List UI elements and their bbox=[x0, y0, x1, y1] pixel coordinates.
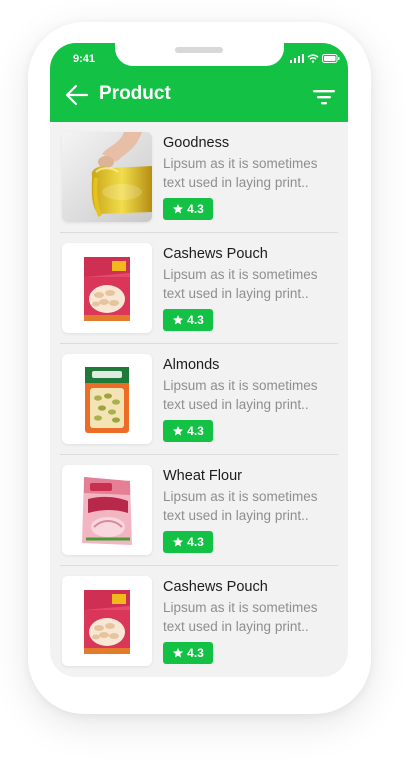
list-item[interactable]: Almonds Lipsum as it is sometimes text u… bbox=[60, 344, 338, 455]
speaker-grille bbox=[175, 47, 223, 53]
rating-badge: 4.3 bbox=[163, 198, 213, 220]
wifi-icon bbox=[307, 54, 319, 63]
product-description: Lipsum as it is sometimes text used in l… bbox=[163, 267, 318, 301]
product-image-cashews-pouch bbox=[62, 243, 152, 333]
page-title: Product bbox=[99, 83, 171, 104]
rating-value: 4.3 bbox=[187, 535, 204, 549]
back-arrow-icon[interactable] bbox=[65, 84, 89, 106]
product-name: Almonds bbox=[163, 357, 220, 373]
rating-value: 4.3 bbox=[187, 646, 204, 660]
star-icon bbox=[173, 537, 184, 547]
star-icon bbox=[173, 204, 184, 214]
rating-value: 4.3 bbox=[187, 313, 204, 327]
list-item[interactable]: Wheat Flour Lipsum as it is sometimes te… bbox=[60, 455, 338, 566]
status-icons bbox=[290, 54, 340, 63]
product-image-cashews-pouch bbox=[62, 576, 152, 666]
list-item[interactable]: Cashews Pouch Lipsum as it is sometimes … bbox=[60, 233, 338, 344]
product-description: Lipsum as it is sometimes text used in l… bbox=[163, 378, 318, 412]
product-image-atta-pack bbox=[62, 465, 152, 555]
star-icon bbox=[173, 648, 184, 658]
rating-value: 4.3 bbox=[187, 424, 204, 438]
app-screen: 9:41 Product Goodness Lipsum as it is so… bbox=[50, 43, 348, 677]
rating-badge: 4.3 bbox=[163, 420, 213, 442]
signal-icon bbox=[290, 54, 304, 63]
star-icon bbox=[173, 315, 184, 325]
filter-icon[interactable] bbox=[312, 87, 336, 107]
status-time: 9:41 bbox=[73, 53, 96, 65]
product-description: Lipsum as it is sometimes text used in l… bbox=[163, 489, 318, 523]
product-image-olive-oil bbox=[62, 132, 152, 222]
product-name: Wheat Flour bbox=[163, 468, 242, 484]
app-header: 9:41 Product bbox=[50, 43, 348, 122]
product-image-almonds-pack bbox=[62, 354, 152, 444]
rating-value: 4.3 bbox=[187, 202, 204, 216]
product-name: Cashews Pouch bbox=[163, 579, 268, 595]
battery-icon bbox=[322, 54, 340, 63]
product-description: Lipsum as it is sometimes text used in l… bbox=[163, 156, 318, 190]
product-description: Lipsum as it is sometimes text used in l… bbox=[163, 600, 318, 634]
rating-badge: 4.3 bbox=[163, 531, 213, 553]
list-item[interactable]: Goodness Lipsum as it is sometimes text … bbox=[60, 122, 338, 233]
phone-notch bbox=[115, 43, 284, 66]
product-list: Goodness Lipsum as it is sometimes text … bbox=[50, 122, 348, 677]
rating-badge: 4.3 bbox=[163, 309, 213, 331]
list-item[interactable]: Cashews Pouch Lipsum as it is sometimes … bbox=[60, 566, 338, 677]
rating-badge: 4.3 bbox=[163, 642, 213, 664]
product-name: Goodness bbox=[163, 135, 230, 151]
product-name: Cashews Pouch bbox=[163, 246, 268, 262]
star-icon bbox=[173, 426, 184, 436]
